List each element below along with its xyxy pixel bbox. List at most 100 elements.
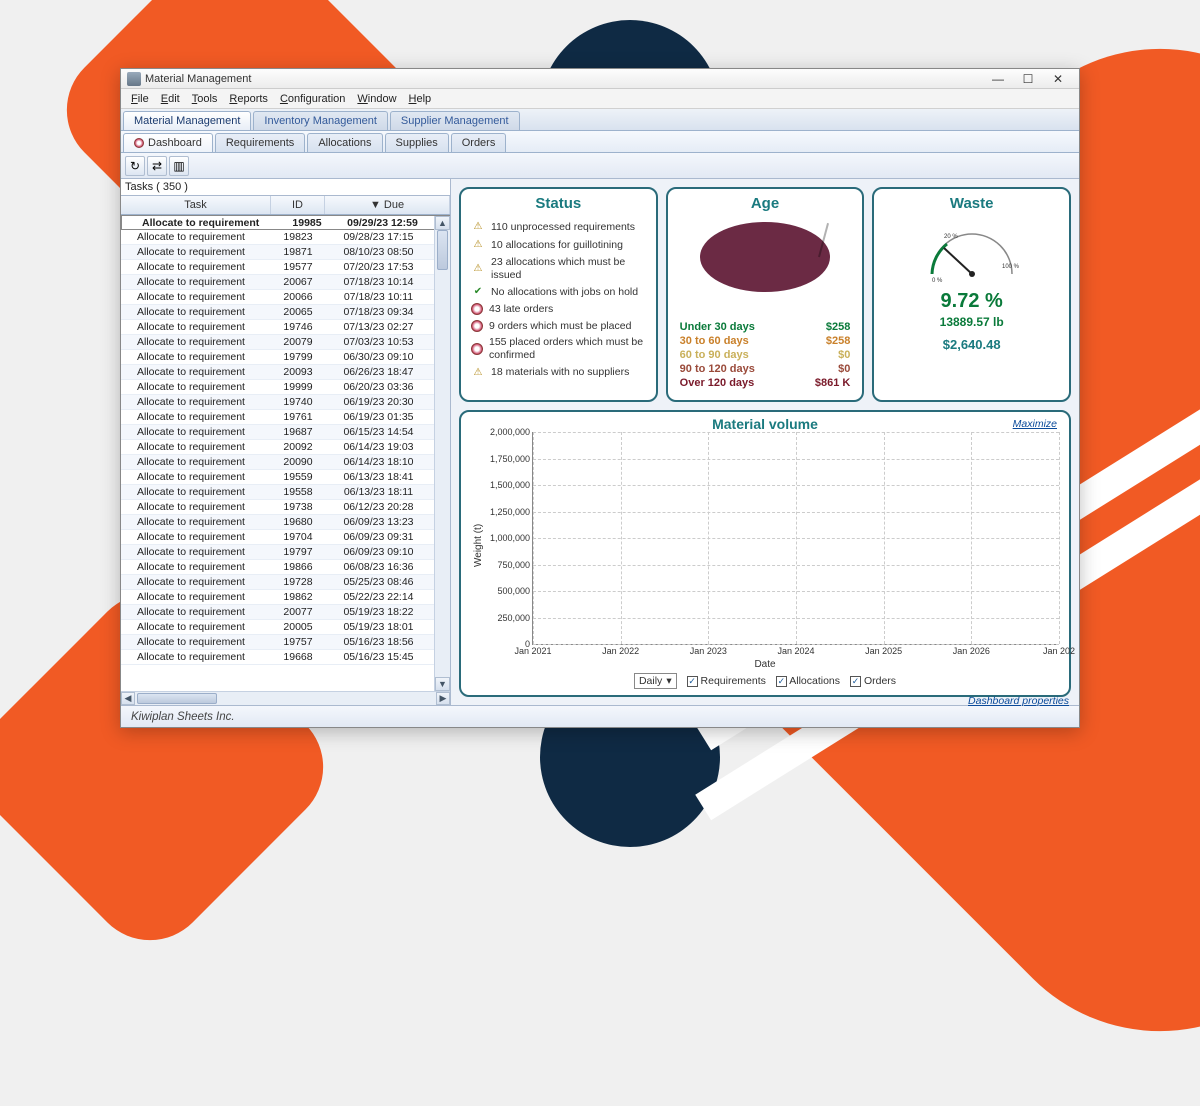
scroll-hthumb[interactable]	[137, 693, 217, 704]
menu-tools[interactable]: Tools	[186, 91, 224, 107]
scroll-right-button[interactable]: ▶	[436, 692, 450, 705]
table-row[interactable]: Allocate to requirement1966805/16/23 15:…	[121, 650, 450, 665]
legend-requirements[interactable]: ✓ Requirements	[687, 675, 766, 687]
table-row[interactable]: Allocate to requirement1973806/12/23 20:…	[121, 500, 450, 515]
menu-file[interactable]: File	[125, 91, 155, 107]
table-row[interactable]: Allocate to requirement1999906/20/23 03:…	[121, 380, 450, 395]
table-row[interactable]: Allocate to requirement2007705/19/23 18:…	[121, 605, 450, 620]
dashboard-properties-link[interactable]: Dashboard properties	[968, 695, 1069, 707]
table-row[interactable]: Allocate to requirement1982309/28/23 17:…	[121, 230, 450, 245]
grid-icon[interactable]: ▥	[169, 156, 189, 176]
refresh-icon[interactable]: ↻	[125, 156, 145, 176]
tab-inventory-management[interactable]: Inventory Management	[253, 111, 388, 130]
cell-task: Allocate to requirement	[121, 606, 271, 618]
status-item[interactable]: ✔No allocations with jobs on hold	[471, 283, 646, 301]
table-row[interactable]: Allocate to requirement1986606/08/23 16:…	[121, 560, 450, 575]
cell-task: Allocate to requirement	[121, 396, 271, 408]
tab-material-management[interactable]: Material Management	[123, 111, 251, 130]
col-id[interactable]: ID	[271, 196, 325, 214]
close-button[interactable]: ✕	[1043, 70, 1073, 88]
cell-due: 06/08/23 16:36	[325, 561, 450, 573]
status-item[interactable]: ⚠23 allocations which must be issued	[471, 254, 646, 283]
tab-supplies[interactable]: Supplies	[385, 133, 449, 152]
disc-icon	[471, 303, 483, 315]
warning-icon: ⚠	[471, 366, 485, 380]
link-icon[interactable]: ⇄	[147, 156, 167, 176]
table-row[interactable]: Allocate to requirement1974607/13/23 02:…	[121, 320, 450, 335]
table-row[interactable]: Allocate to requirement1957707/20/23 17:…	[121, 260, 450, 275]
minimize-button[interactable]: —	[983, 70, 1013, 88]
legend-orders[interactable]: ✓ Orders	[850, 675, 896, 687]
ytick: 1,250,000	[490, 507, 533, 517]
cell-due: 07/13/23 02:27	[325, 321, 450, 333]
cell-task: Allocate to requirement	[121, 276, 271, 288]
table-row[interactable]: Allocate to requirement2006507/18/23 09:…	[121, 305, 450, 320]
table-row[interactable]: Allocate to requirement1968006/09/23 13:…	[121, 515, 450, 530]
table-row[interactable]: Allocate to requirement2006607/18/23 10:…	[121, 290, 450, 305]
ytick: 2,000,000	[490, 427, 533, 437]
waste-cost: $2,640.48	[884, 337, 1059, 352]
gauge-tick-20: 20 %	[944, 234, 958, 240]
menu-reports[interactable]: Reports	[223, 91, 274, 107]
scroll-left-button[interactable]: ◀	[121, 692, 135, 705]
table-row[interactable]: Allocate to requirement1955906/13/23 18:…	[121, 470, 450, 485]
cell-id: 19577	[271, 261, 325, 273]
maximize-button[interactable]: ☐	[1013, 70, 1043, 88]
app-icon	[127, 72, 141, 86]
table-row[interactable]: Allocate to requirement2007907/03/23 10:…	[121, 335, 450, 350]
table-row[interactable]: Allocate to requirement1968706/15/23 14:…	[121, 425, 450, 440]
scroll-down-button[interactable]: ▼	[435, 677, 450, 691]
cell-task: Allocate to requirement	[121, 591, 271, 603]
table-row[interactable]: Allocate to requirement2006707/18/23 10:…	[121, 275, 450, 290]
menu-edit[interactable]: Edit	[155, 91, 186, 107]
status-list: ⚠110 unprocessed requirements⚠10 allocat…	[471, 218, 646, 382]
checkbox-icon: ✓	[687, 676, 698, 687]
table-row[interactable]: Allocate to requirement2009006/14/23 18:…	[121, 455, 450, 470]
maximize-link[interactable]: Maximize	[1013, 418, 1057, 430]
status-item[interactable]: 9 orders which must be placed	[471, 318, 646, 335]
dashboard-pane: Status ⚠110 unprocessed requirements⚠10 …	[451, 179, 1079, 705]
interval-select[interactable]: Daily▾	[634, 673, 677, 689]
titlebar[interactable]: Material Management — ☐ ✕	[121, 69, 1079, 89]
horizontal-scrollbar[interactable]: ◀ ▶	[121, 691, 450, 705]
menu-window[interactable]: Window	[351, 91, 402, 107]
status-title: Status	[471, 195, 646, 212]
table-row[interactable]: Allocate to requirement1974006/19/23 20:…	[121, 395, 450, 410]
col-due[interactable]: ▼ Due	[325, 196, 450, 214]
table-row[interactable]: Allocate to requirement2009206/14/23 19:…	[121, 440, 450, 455]
tab-supplier-management[interactable]: Supplier Management	[390, 111, 520, 130]
scroll-up-button[interactable]: ▲	[435, 216, 450, 230]
tab-requirements[interactable]: Requirements	[215, 133, 305, 152]
cell-id: 19738	[271, 501, 325, 513]
table-row[interactable]: Allocate to requirement1955806/13/23 18:…	[121, 485, 450, 500]
scroll-thumb[interactable]	[437, 230, 448, 270]
status-text: 155 placed orders which must be confirme…	[489, 336, 646, 361]
table-row[interactable]: Allocate to requirement1987108/10/23 08:…	[121, 245, 450, 260]
table-row[interactable]: Allocate to requirement2000505/19/23 18:…	[121, 620, 450, 635]
status-item[interactable]: ⚠10 allocations for guillotining	[471, 236, 646, 254]
status-item[interactable]: ⚠110 unprocessed requirements	[471, 218, 646, 236]
col-task[interactable]: Task	[121, 196, 271, 214]
table-row[interactable]: Allocate to requirement1979706/09/23 09:…	[121, 545, 450, 560]
table-row[interactable]: Allocate to requirement1970406/09/23 09:…	[121, 530, 450, 545]
cell-task: Allocate to requirement	[121, 471, 271, 483]
tab-allocations[interactable]: Allocations	[307, 133, 382, 152]
tab-dashboard[interactable]: Dashboard	[123, 133, 213, 152]
status-item[interactable]: 155 placed orders which must be confirme…	[471, 334, 646, 363]
table-row[interactable]: Allocate to requirement1976106/19/23 01:…	[121, 410, 450, 425]
cell-due: 07/03/23 10:53	[325, 336, 450, 348]
menu-help[interactable]: Help	[403, 91, 438, 107]
table-row[interactable]: Allocate to requirement1986205/22/23 22:…	[121, 590, 450, 605]
table-row[interactable]: Allocate to requirement2009306/26/23 18:…	[121, 365, 450, 380]
table-row[interactable]: Allocate to requirement1998509/29/23 12:…	[121, 215, 450, 230]
legend-allocations[interactable]: ✓ Allocations	[776, 675, 840, 687]
cell-id: 20090	[271, 456, 325, 468]
vertical-scrollbar[interactable]: ▲ ▼	[434, 216, 450, 691]
status-item[interactable]: ⚠18 materials with no suppliers	[471, 364, 646, 382]
table-row[interactable]: Allocate to requirement1979906/30/23 09:…	[121, 350, 450, 365]
status-item[interactable]: 43 late orders	[471, 301, 646, 318]
table-row[interactable]: Allocate to requirement1972805/25/23 08:…	[121, 575, 450, 590]
menu-configuration[interactable]: Configuration	[274, 91, 351, 107]
table-row[interactable]: Allocate to requirement1975705/16/23 18:…	[121, 635, 450, 650]
tab-orders[interactable]: Orders	[451, 133, 507, 152]
